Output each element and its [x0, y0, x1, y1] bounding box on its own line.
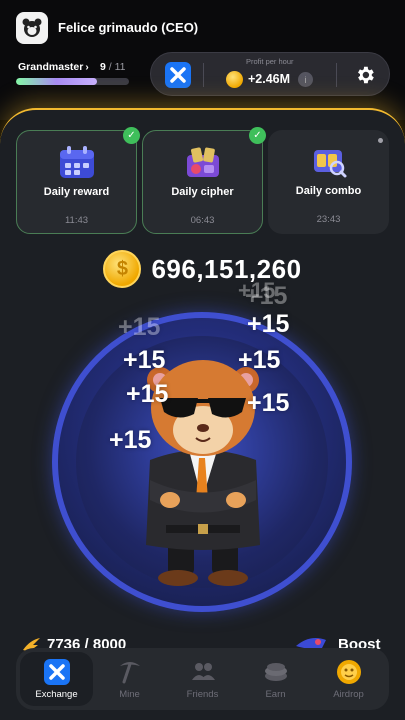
level-progress-bar — [16, 78, 129, 85]
chevron-right-icon: › — [85, 62, 89, 73]
card-timer: 06:43 — [190, 215, 215, 226]
calendar-icon — [60, 146, 94, 178]
cipher-icon — [187, 147, 219, 177]
tap-popup: +15 — [123, 346, 166, 374]
exchange-logo[interactable] — [165, 62, 191, 88]
nav-friends[interactable]: Friends — [166, 652, 239, 706]
level-current: 9 — [100, 61, 106, 73]
header: Felice grimaudo (CEO) Grandmaster › 9 / 1… — [0, 0, 405, 120]
daily-cipher-card[interactable]: Daily cipher 06:43 ✓ — [142, 127, 266, 234]
friends-icon — [188, 658, 218, 686]
exchange-icon — [42, 658, 72, 686]
tap-popup: +15 — [238, 346, 281, 374]
gear-icon[interactable] — [354, 64, 376, 86]
nav-label: Mine — [119, 689, 140, 700]
hamster-avatar-icon — [22, 18, 42, 37]
tap-popup: +15 — [238, 278, 276, 303]
card-title: Daily reward — [43, 186, 110, 198]
rank-label: Grandmaster — [18, 61, 84, 73]
nav-label: Airdrop — [333, 689, 364, 700]
tap-popup: +15 — [118, 313, 161, 341]
nav-mine[interactable]: Mine — [93, 652, 166, 706]
level-counter: 9 / 11 — [100, 61, 126, 73]
coins-icon — [261, 658, 291, 686]
profit-pill: Profit per hour +2.46M i — [150, 52, 390, 96]
avatar[interactable] — [16, 12, 48, 44]
card-timer: 23:43 — [316, 214, 341, 225]
card-title: Daily cipher — [171, 186, 234, 198]
nav-exchange[interactable]: Exchange — [20, 652, 93, 706]
daily-reward-card[interactable]: Daily reward 11:43 ✓ — [16, 127, 140, 234]
username: Felice grimaudo (CEO) — [58, 20, 199, 35]
nav-airdrop[interactable]: Airdrop — [312, 652, 385, 706]
divider — [336, 63, 337, 87]
nav-label: Exchange — [35, 689, 78, 700]
airdrop-icon — [334, 658, 364, 686]
tap-popup: +15 — [109, 426, 152, 454]
card-title: Daily combo — [295, 185, 362, 197]
nav-label: Earn — [265, 689, 286, 700]
main-panel: Daily reward 11:43 ✓ Daily cipher 06:43 … — [0, 108, 405, 720]
level-total: / 11 — [108, 61, 126, 73]
card-timer: 11:43 — [64, 215, 89, 226]
pickaxe-icon — [115, 658, 145, 686]
tap-popup: +15 — [247, 389, 290, 417]
dollar-coin-icon: $ — [103, 250, 142, 288]
tap-popup: +15 — [126, 380, 169, 408]
exchange-x-icon — [170, 67, 186, 83]
level-progress-fill — [16, 78, 98, 85]
tap-popup: +15 — [247, 310, 290, 338]
nav-earn[interactable]: Earn — [239, 652, 312, 706]
check-icon: ✓ — [123, 127, 140, 144]
balance-row: $ 696,151,260 — [0, 250, 405, 288]
check-icon: ✓ — [249, 127, 266, 144]
combo-icon — [314, 150, 347, 178]
notification-dot — [378, 138, 383, 143]
coin-icon — [226, 71, 243, 88]
balance-value: 696,151,260 — [151, 253, 302, 284]
daily-combo-card[interactable]: Daily combo 23:43 — [268, 130, 389, 234]
rank-link[interactable]: Grandmaster › — [18, 61, 89, 73]
info-icon[interactable]: i — [298, 72, 313, 87]
profit-value: +2.46M — [248, 72, 291, 86]
divider — [203, 63, 204, 87]
profit-label: Profit per hour — [246, 57, 294, 66]
bottom-nav: Exchange Mine Friends Earn Airdrop — [16, 648, 389, 710]
nav-label: Friends — [186, 689, 219, 700]
